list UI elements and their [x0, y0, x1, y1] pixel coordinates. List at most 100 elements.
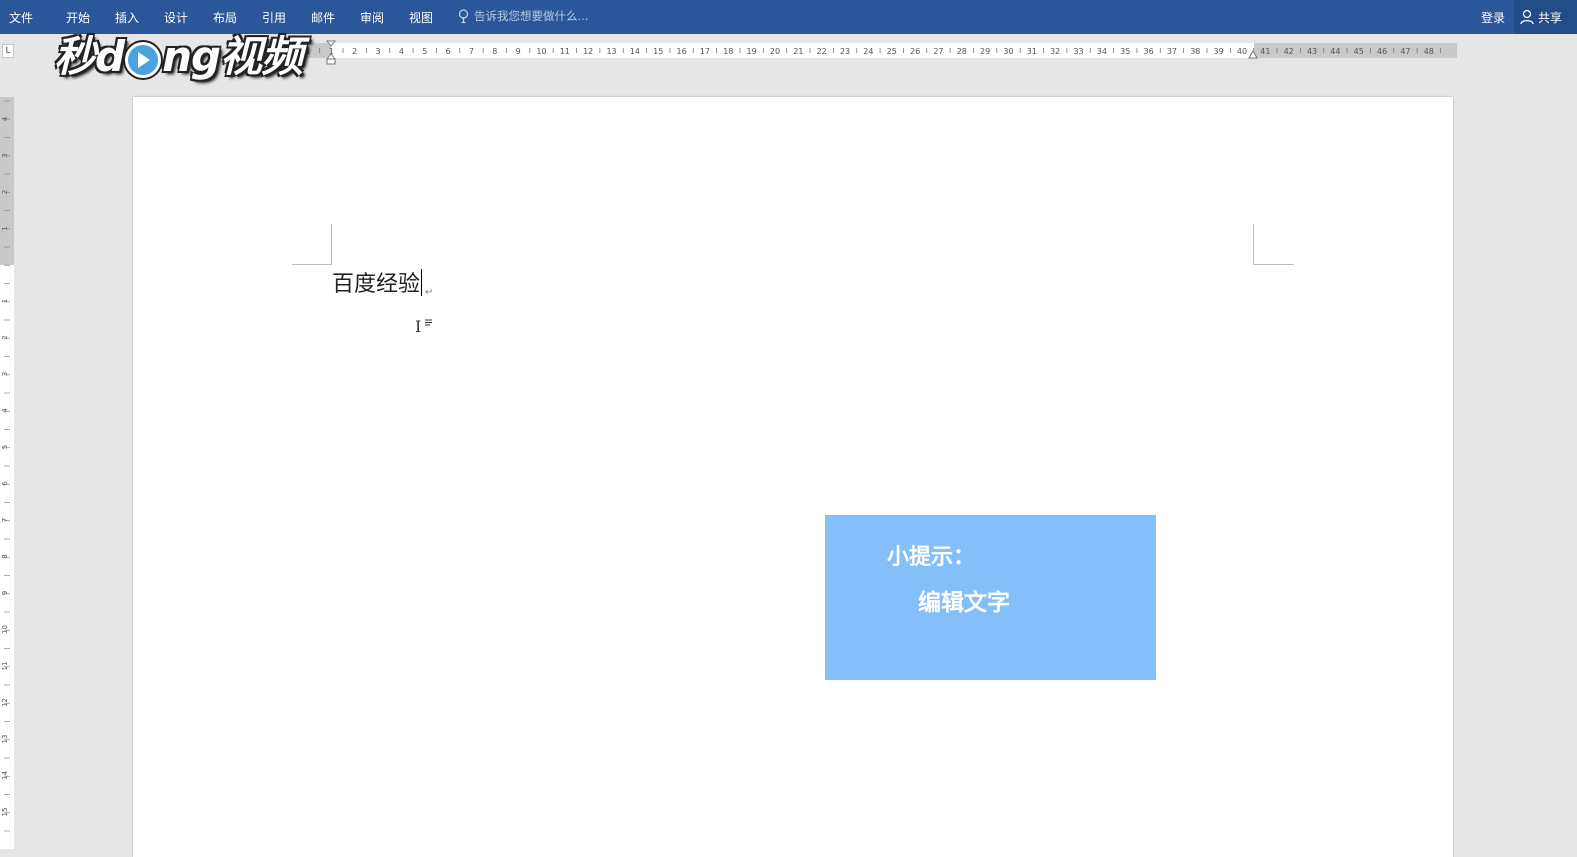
vruler-label: 3 [1, 372, 9, 376]
ruler-label: 2 [352, 47, 357, 56]
share-label: 共享 [1538, 10, 1563, 25]
first-line-indent-marker[interactable] [326, 40, 336, 66]
text-cursor [421, 269, 423, 296]
ruler-label: 39 [1214, 47, 1224, 56]
ruler-label: 20 [770, 47, 780, 56]
tab-file[interactable]: 文件 [9, 9, 33, 26]
ruler-label: 5 [422, 47, 427, 56]
horizontal-ruler[interactable]: 1 1 2 3 4 5 6 7 8 9 10 11 12 13 14 15 16 17 18 19 20 21 22 23 24… [291, 43, 1457, 58]
share-button[interactable]: 共享 [1514, 0, 1577, 34]
vruler-label: 1 [1, 299, 9, 303]
tab-design[interactable]: 设计 [164, 9, 188, 26]
vruler-label: 2 [1, 335, 9, 339]
tell-me-placeholder: 告诉我您想要做什么... [474, 9, 589, 23]
ruler-label: 23 [840, 47, 850, 56]
logo-text-right: ng视频 [162, 32, 303, 81]
tab-review[interactable]: 审阅 [360, 9, 384, 26]
ruler-label: 47 [1400, 47, 1410, 56]
tab-selector[interactable]: L [2, 44, 14, 58]
ruler-label: 1 [305, 47, 310, 56]
ruler-label: 11 [560, 47, 570, 56]
ruler-label: 9 [516, 47, 521, 56]
ruler-label: 41 [1260, 47, 1270, 56]
vruler-label: 6 [1, 481, 9, 486]
ruler-label: 15 [653, 47, 663, 56]
ruler-label: 36 [1144, 47, 1154, 56]
tab-layout[interactable]: 布局 [213, 9, 237, 26]
vruler-label: 12 [1, 698, 9, 707]
ruler-label: 43 [1307, 47, 1317, 56]
ruler-label: 7 [469, 47, 474, 56]
tip-title: 小提示： [887, 545, 976, 570]
watermark-logo: 秒d ng视频 [54, 28, 303, 86]
lightbulb-icon [458, 8, 469, 23]
tip-body: 编辑文字 [918, 590, 1010, 616]
ruler-label: 16 [677, 47, 687, 56]
ruler-label: 8 [492, 47, 497, 56]
ruler-label: 19 [747, 47, 757, 56]
ruler-label: 13 [606, 47, 616, 56]
ruler-label: 29 [980, 47, 990, 56]
vertical-ruler[interactable]: 4321123456789101112131415 [0, 97, 14, 849]
ruler-label: 30 [1003, 47, 1013, 56]
ruler-label: 40 [1237, 47, 1247, 56]
sign-in-link[interactable]: 登录 [1481, 9, 1505, 26]
ruler-label: 32 [1050, 47, 1060, 56]
logo-text-left: 秒d [54, 32, 125, 81]
ruler-label: 18 [723, 47, 733, 56]
play-icon [125, 41, 162, 78]
vruler-label: 14 [1, 771, 9, 780]
vruler-label: 4 [1, 408, 9, 413]
horizontal-ruler-ticks: 1 1 2 3 4 5 6 7 8 9 10 11 12 13 14 15 16 17 18 19 20 21 22 23 24… [305, 47, 1441, 56]
ruler-label: 48 [1424, 47, 1434, 56]
right-indent-marker[interactable] [1248, 50, 1258, 60]
vruler-label: 4 [1, 116, 9, 121]
ibeam-cursor-icon: I [415, 317, 422, 336]
ruler-label: 34 [1097, 47, 1107, 56]
document-body-text[interactable]: 百度经验 ↵ [332, 269, 433, 308]
ruler-label: 44 [1330, 47, 1340, 56]
ruler-label: 28 [957, 47, 967, 56]
ruler-label: 27 [933, 47, 943, 56]
vertical-ruler-ticks: 4321123456789101112131415 [1, 100, 10, 832]
paragraph-mark: ↵ [425, 287, 434, 298]
vruler-label: 15 [1, 808, 9, 817]
crop-mark-top-right [1253, 224, 1294, 265]
ruler-label: 12 [583, 47, 593, 56]
ruler-label: 26 [910, 47, 920, 56]
tab-references[interactable]: 引用 [262, 9, 286, 26]
ruler-label: 37 [1167, 47, 1177, 56]
ruler-label: 14 [630, 47, 640, 56]
tab-mailings[interactable]: 邮件 [311, 9, 335, 26]
ruler-label: 6 [446, 47, 451, 56]
ruler-label: 38 [1190, 47, 1200, 56]
person-icon [1520, 9, 1534, 25]
ruler-label: 35 [1120, 47, 1130, 56]
ruler-label: 25 [887, 47, 897, 56]
vruler-label: 8 [1, 554, 9, 558]
ruler-label: 24 [863, 47, 873, 56]
ruler-label: 17 [700, 47, 710, 56]
ruler-label: 3 [376, 47, 381, 56]
ruler-label: 4 [399, 47, 404, 56]
vruler-label: 7 [1, 518, 9, 522]
tab-view[interactable]: 视图 [409, 9, 433, 26]
document-page[interactable]: 百度经验 ↵ I [133, 97, 1453, 857]
vruler-label: 13 [1, 735, 9, 744]
crop-mark-top-left [292, 224, 332, 265]
ruler-label: 21 [793, 47, 803, 56]
tip-box: 小提示： 编辑文字 [825, 515, 1156, 680]
tab-insert[interactable]: 插入 [115, 9, 139, 26]
body-text: 百度经验 [332, 272, 421, 297]
click-and-type-icon [425, 319, 432, 326]
ruler-label: 33 [1073, 47, 1083, 56]
tell-me-search[interactable]: 告诉我您想要做什么... [458, 8, 588, 24]
ruler-label: 42 [1284, 47, 1294, 56]
ruler-label: 10 [536, 47, 546, 56]
tab-home[interactable]: 开始 [66, 9, 90, 26]
ruler-label: 45 [1354, 47, 1364, 56]
vruler-label: 11 [1, 662, 9, 671]
vruler-label: 10 [1, 625, 9, 634]
ruler-label: 46 [1377, 47, 1387, 56]
ruler-label: 31 [1027, 47, 1037, 56]
